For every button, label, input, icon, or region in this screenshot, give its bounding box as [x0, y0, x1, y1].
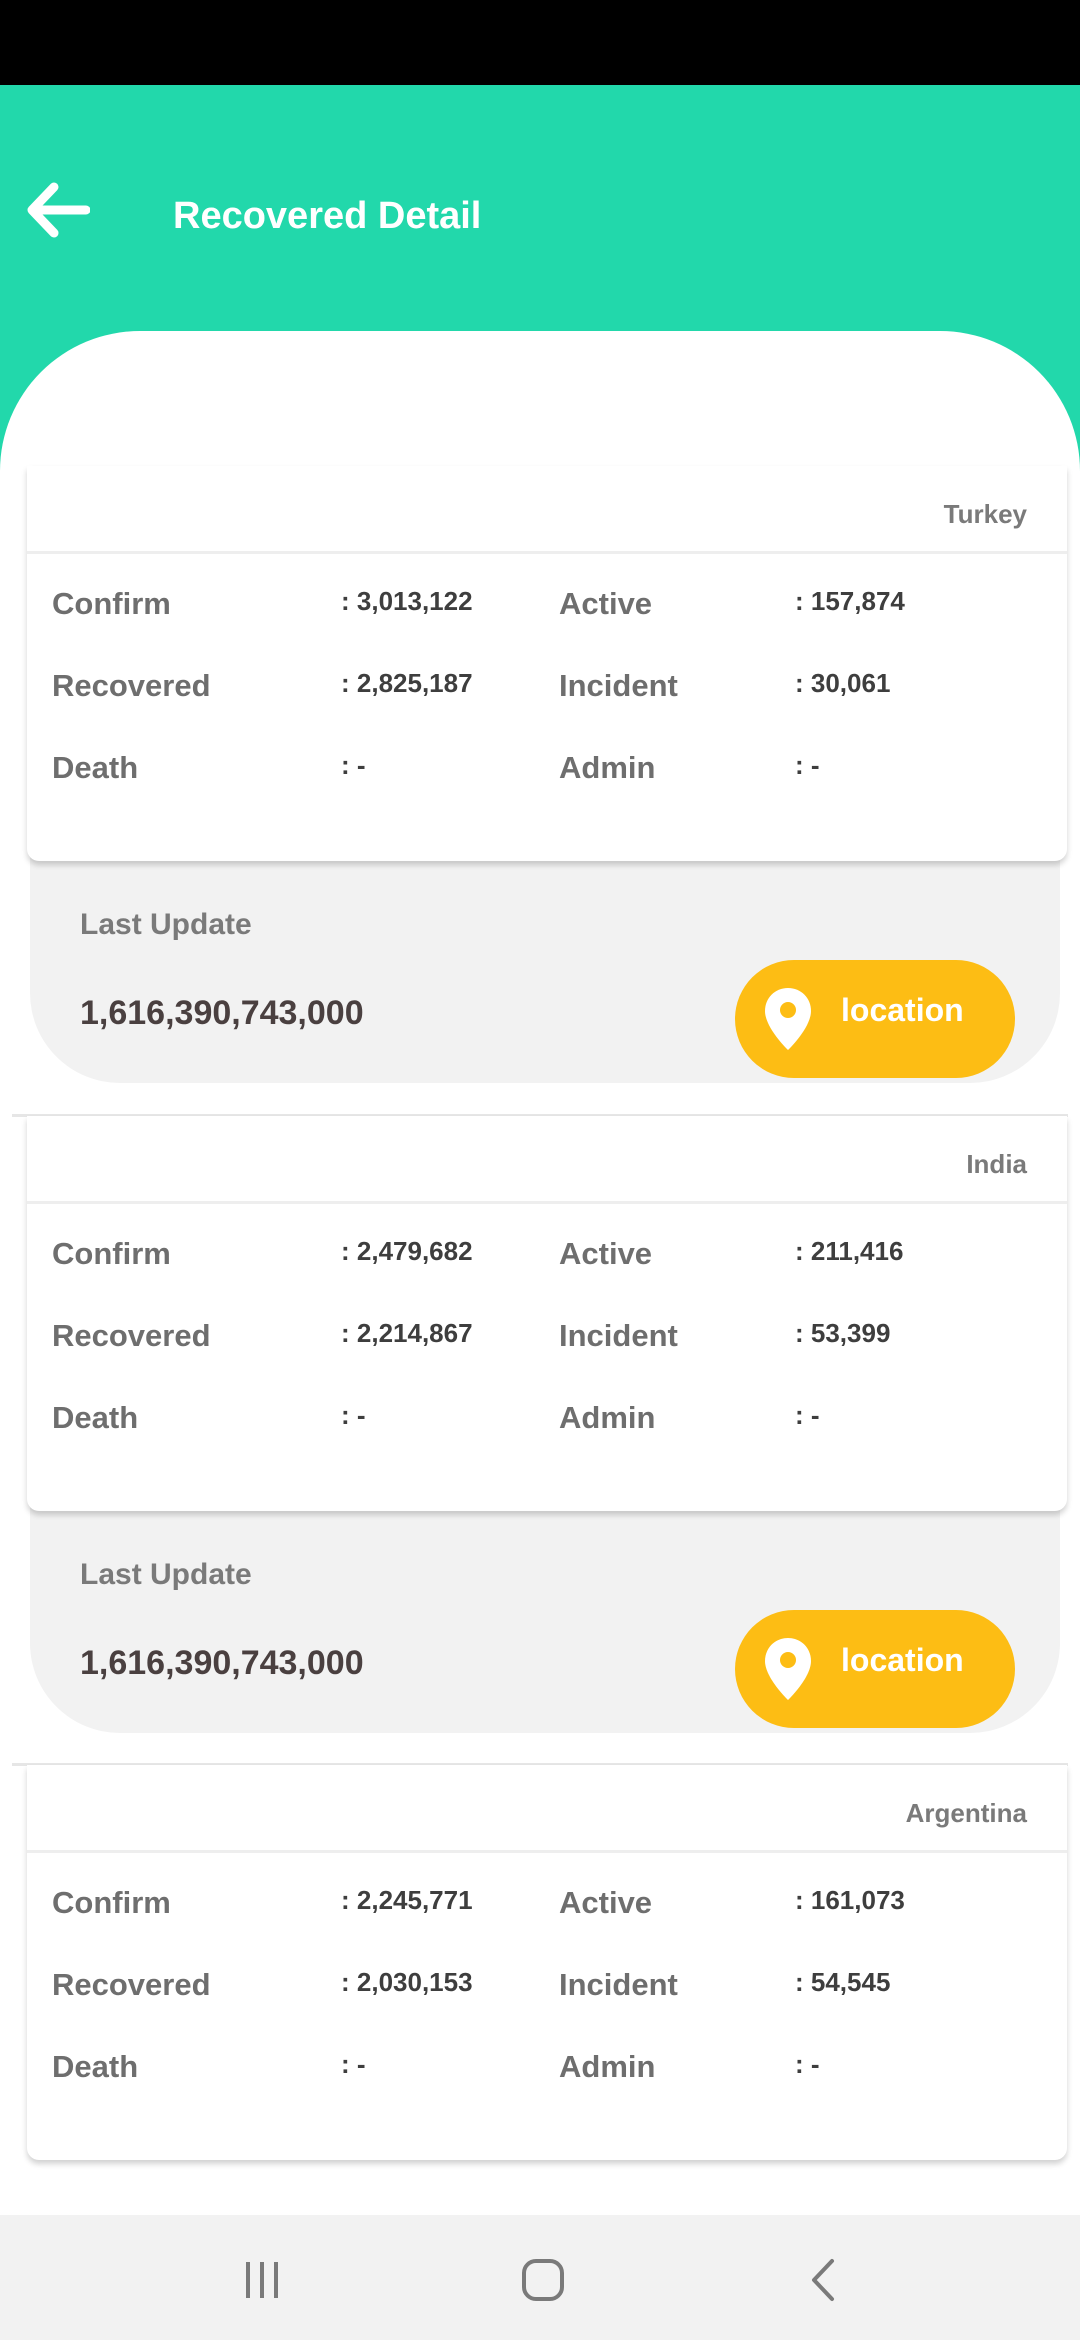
recents-icon — [246, 2262, 278, 2298]
confirm-label: Confirm — [52, 1885, 171, 1920]
divider — [27, 551, 1067, 554]
active-value: : 157,874 — [795, 586, 905, 616]
map-pin-icon — [765, 1638, 811, 1700]
country-name: Argentina — [905, 1798, 1027, 1828]
incident-value: : 30,061 — [795, 668, 891, 698]
incident-label: Incident — [559, 1318, 678, 1353]
recovered-label: Recovered — [52, 1318, 211, 1353]
location-button[interactable]: location — [735, 960, 1015, 1078]
chevron-left-icon — [812, 2259, 834, 2301]
admin-value: : - — [795, 1400, 820, 1430]
location-label: location — [841, 992, 964, 1028]
location-button[interactable]: location — [735, 1610, 1015, 1728]
record-card-stats: India Confirm : 2,479,682 Active : 211,4… — [27, 1116, 1067, 1511]
confirm-label: Confirm — [52, 1236, 171, 1271]
system-nav-bar — [0, 2215, 1080, 2340]
home-icon — [522, 2259, 564, 2301]
confirm-value: : 2,245,771 — [341, 1885, 473, 1915]
admin-value: : - — [795, 750, 820, 780]
arrow-left-icon — [27, 182, 90, 238]
divider — [27, 1201, 1067, 1204]
page-title: Recovered Detail — [173, 195, 482, 237]
active-value: : 211,416 — [795, 1236, 904, 1266]
admin-label: Admin — [559, 1400, 656, 1435]
death-value: : - — [341, 1400, 366, 1430]
recovered-value: : 2,030,153 — [341, 1967, 473, 1997]
death-label: Death — [52, 2049, 139, 2084]
confirm-value: : 3,013,122 — [341, 586, 473, 616]
recovered-label: Recovered — [52, 668, 211, 703]
country-name: India — [966, 1149, 1027, 1179]
record-card-stats: Turkey Confirm : 3,013,122 Active : 157,… — [27, 466, 1067, 861]
active-label: Active — [559, 586, 653, 621]
incident-value: : 54,545 — [795, 1967, 891, 1997]
detail-sheet[interactable]: Turkey Confirm : 3,013,122 Active : 157,… — [0, 331, 1080, 2215]
last-update-label: Last Update — [80, 908, 252, 941]
recovered-label: Recovered — [52, 1967, 211, 2002]
admin-value: : - — [795, 2049, 820, 2079]
active-value: : 161,073 — [795, 1885, 905, 1915]
record-card: India Confirm : 2,479,682 Active : 211,4… — [0, 1116, 1080, 1766]
death-value: : - — [341, 2049, 366, 2079]
record-card-stats: Argentina Confirm : 2,245,771 Active : 1… — [27, 1765, 1067, 2160]
active-label: Active — [559, 1885, 653, 1920]
incident-value: : 53,399 — [795, 1318, 891, 1348]
confirm-label: Confirm — [52, 586, 171, 621]
death-value: : - — [341, 750, 366, 780]
last-update-value: 1,616,390,743,000 — [80, 1644, 364, 1682]
home-button[interactable] — [503, 2240, 583, 2320]
recovered-value: : 2,214,867 — [341, 1318, 473, 1348]
incident-label: Incident — [559, 668, 678, 703]
record-card: Argentina Confirm : 2,245,771 Active : 1… — [0, 1765, 1080, 2215]
map-pin-icon — [765, 988, 811, 1050]
active-label: Active — [559, 1236, 653, 1271]
admin-label: Admin — [559, 750, 656, 785]
recents-button[interactable] — [222, 2240, 302, 2320]
nav-back-button[interactable] — [784, 2240, 864, 2320]
status-bar — [0, 0, 1080, 85]
record-card: Turkey Confirm : 3,013,122 Active : 157,… — [0, 466, 1080, 1116]
death-label: Death — [52, 1400, 139, 1435]
recovered-value: : 2,825,187 — [341, 668, 473, 698]
incident-label: Incident — [559, 1967, 678, 2002]
back-button[interactable] — [22, 175, 92, 245]
divider — [27, 1850, 1067, 1853]
last-update-label: Last Update — [80, 1558, 252, 1591]
death-label: Death — [52, 750, 139, 785]
confirm-value: : 2,479,682 — [341, 1236, 473, 1266]
location-label: location — [841, 1642, 964, 1678]
admin-label: Admin — [559, 2049, 656, 2084]
country-name: Turkey — [943, 499, 1027, 529]
last-update-value: 1,616,390,743,000 — [80, 994, 364, 1032]
